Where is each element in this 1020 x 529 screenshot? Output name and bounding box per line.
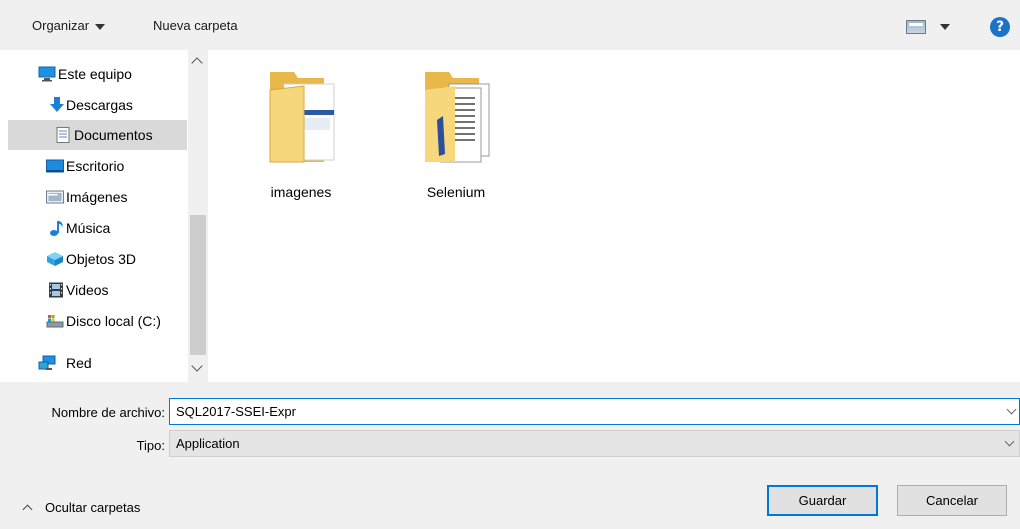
nav-item-objetos-3d[interactable]: Objetos 3D <box>0 244 188 274</box>
nav-item-red[interactable]: Red <box>0 348 188 378</box>
cancel-button[interactable]: Cancelar <box>897 485 1007 516</box>
filename-value: SQL2017-SSEI-Expr <box>176 404 296 419</box>
chevron-down-icon <box>1004 436 1015 447</box>
filetype-select[interactable]: Application <box>169 430 1020 457</box>
nav-item-videos[interactable]: Videos <box>0 275 188 305</box>
view-options-icon <box>906 20 926 34</box>
chevron-down-icon[interactable] <box>1006 404 1017 415</box>
nav-item-musica[interactable]: Música <box>0 213 188 243</box>
filetype-label: Tipo: <box>136 438 165 453</box>
videos-icon <box>49 282 63 298</box>
documents-icon <box>56 127 70 143</box>
folder-name: imagenes <box>270 184 332 200</box>
desktop-icon <box>46 159 64 173</box>
nav-item-label: Objetos 3D <box>66 251 137 267</box>
folder-item-imagenes[interactable]: imagenes <box>251 50 351 200</box>
file-list: imagenes Selenium <box>212 50 1020 382</box>
filename-input[interactable]: SQL2017-SSEI-Expr <box>169 398 1020 425</box>
nav-item-label: Videos <box>66 282 109 298</box>
drive-icon <box>46 315 64 328</box>
nav-scrollbar[interactable] <box>188 50 208 382</box>
chevron-down-icon <box>95 23 106 30</box>
hide-folders-label: Ocultar carpetas <box>45 500 141 515</box>
nav-item-label: Este equipo <box>58 66 132 82</box>
filetype-value: Application <box>176 436 240 451</box>
nav-item-label: Disco local (C:) <box>66 313 161 329</box>
nav-item-descargas[interactable]: Descargas <box>0 90 188 120</box>
organize-label: Organizar <box>32 18 90 33</box>
nav-item-label: Escritorio <box>66 158 125 174</box>
folder-name: Selenium <box>426 184 486 200</box>
nav-item-escritorio[interactable]: Escritorio <box>0 151 188 181</box>
new-folder-button[interactable]: Nueva carpeta <box>153 18 238 33</box>
chevron-down-icon <box>940 24 950 30</box>
nav-item-label: Documentos <box>74 127 153 143</box>
hide-folders-button[interactable]: Ocultar carpetas <box>22 500 141 515</box>
organize-button[interactable]: Organizar <box>32 18 106 33</box>
nav-item-label: Red <box>66 355 92 371</box>
scrollbar-thumb[interactable] <box>190 215 206 355</box>
download-icon <box>50 97 64 112</box>
pictures-icon <box>46 190 64 204</box>
music-icon <box>50 221 63 236</box>
folder-icon <box>425 72 490 163</box>
scroll-down-icon[interactable] <box>191 360 203 372</box>
nav-item-documentos[interactable]: Documentos <box>8 120 187 150</box>
computer-icon <box>38 66 56 82</box>
network-icon <box>38 355 56 370</box>
folder-icon <box>269 72 335 163</box>
help-icon[interactable]: ? <box>990 17 1010 37</box>
3d-objects-icon <box>47 252 63 266</box>
filename-label: Nombre de archivo: <box>51 405 165 420</box>
save-dialog-footer: Nombre de archivo: SQL2017-SSEI-Expr Tip… <box>0 382 1020 529</box>
save-button[interactable]: Guardar <box>767 485 878 516</box>
nav-item-label: Descargas <box>66 97 133 113</box>
scroll-up-icon[interactable] <box>191 57 203 69</box>
toolbar: Organizar Nueva carpeta ? <box>0 0 1020 50</box>
chevron-up-icon <box>22 504 33 515</box>
nav-item-imagenes[interactable]: Imágenes <box>0 182 188 212</box>
folder-item-selenium[interactable]: Selenium <box>406 50 506 200</box>
navigation-pane: Este equipo Descargas Documentos Escrito… <box>0 50 212 382</box>
nav-item-label: Imágenes <box>66 189 128 205</box>
nav-item-disco-local[interactable]: Disco local (C:) <box>0 306 188 336</box>
nav-item-label: Música <box>66 220 111 236</box>
view-options-button[interactable] <box>906 20 960 36</box>
nav-item-este-equipo[interactable]: Este equipo <box>0 59 188 89</box>
